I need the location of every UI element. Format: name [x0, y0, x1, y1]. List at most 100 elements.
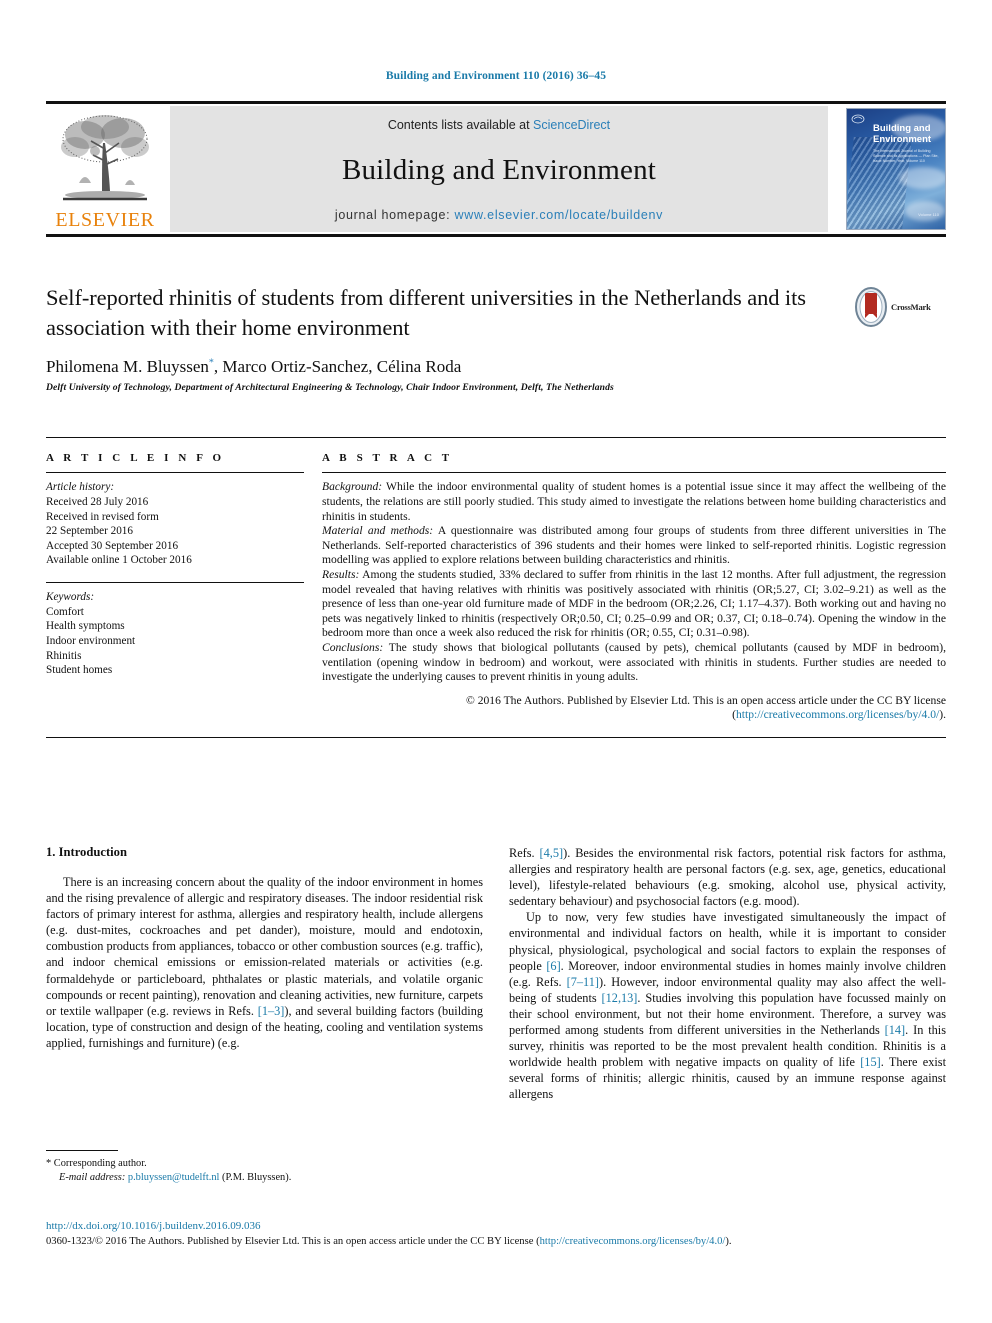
- contents-prefix: Contents lists available at: [387, 118, 534, 132]
- history-line: 22 September 2016: [46, 525, 133, 538]
- corresponding-author-footnote: * Corresponding author. E-mail address: …: [46, 1150, 483, 1184]
- elsevier-tree-icon: [61, 115, 149, 201]
- email-label: E-mail address:: [59, 1171, 128, 1183]
- intro-p1-rest: ). Besides the environmental risk factor…: [509, 846, 946, 909]
- keywords-list: Keywords: Comfort Health symptoms Indoor…: [46, 590, 304, 678]
- history-line: Available online 1 October 2016: [46, 554, 192, 567]
- sciencedirect-link[interactable]: ScienceDirect: [533, 118, 610, 132]
- intro-paragraph-2: Up to now, very few studies have investi…: [509, 909, 946, 1102]
- cover-elsevier-icon: [851, 114, 865, 124]
- keyword-item: Comfort: [46, 605, 84, 618]
- body-right-column: Refs. [4,5]). Besides the environmental …: [509, 845, 946, 1103]
- title-block: Self-reported rhinitis of students from …: [46, 283, 946, 393]
- elsevier-logo: ELSEVIER: [46, 106, 164, 232]
- reference-link-4-5[interactable]: [4,5]: [540, 846, 564, 860]
- masthead-top-rule: [46, 101, 946, 104]
- homepage-label: journal homepage:: [334, 208, 455, 222]
- abstract-rule: [322, 472, 946, 474]
- cover-cloud-icon: [905, 201, 945, 221]
- doi-link[interactable]: http://dx.doi.org/10.1016/j.buildenv.201…: [46, 1219, 946, 1233]
- cover-subtitle-text: The International Journal of Building Sc…: [873, 149, 939, 163]
- abstract-heading: A B S T R A C T: [322, 452, 453, 465]
- reference-link-12-13[interactable]: [12,13]: [602, 991, 638, 1005]
- journal-homepage-line: journal homepage: www.elsevier.com/locat…: [335, 208, 663, 222]
- info-top-rule: [46, 437, 946, 439]
- keywords-label: Keywords:: [46, 591, 95, 604]
- info-bottom-rule: [46, 736, 946, 739]
- footer-cc-link[interactable]: http://creativecommons.org/licenses/by/4…: [540, 1236, 726, 1247]
- body-left-column: 1. Introduction There is an increasing c…: [46, 845, 483, 1103]
- running-head: Building and Environment 110 (2016) 36–4…: [385, 70, 607, 82]
- corresponding-author-line: * Corresponding author.: [46, 1158, 147, 1170]
- abstract-copyright: © 2016 The Authors. Published by Elsevie…: [322, 694, 946, 723]
- article-history-label: Article history:: [46, 481, 115, 494]
- footer-license-line: 0360-1323/© 2016 The Authors. Published …: [46, 1235, 946, 1249]
- abstract-column: A B S T R A C T Background: While the in…: [322, 452, 946, 723]
- history-line: Received in revised form: [46, 510, 159, 523]
- abstract-results-label: Results:: [322, 567, 360, 581]
- reference-link-7-11[interactable]: [7–11]: [567, 975, 599, 989]
- article-info-heading: A R T I C L E I N F O: [46, 452, 225, 465]
- abstract-methods: Material and methods: A questionnaire wa…: [322, 524, 946, 568]
- affiliation: Delft University of Technology, Departme…: [46, 382, 614, 393]
- cover-cloud-icon: [899, 167, 945, 189]
- article-history: Article history: Received 28 July 2016 R…: [46, 480, 304, 568]
- keyword-item: Health symptoms: [46, 620, 125, 633]
- email-link[interactable]: p.bluyssen@tudelft.nl: [128, 1172, 220, 1183]
- journal-cover-image: Building and Environment The Internation…: [846, 108, 946, 230]
- contents-available-line: Contents lists available at ScienceDirec…: [388, 118, 610, 132]
- article-info-rule: [46, 472, 304, 474]
- crossmark-label: CrossMark: [891, 302, 931, 312]
- history-line: Accepted 30 September 2016: [46, 539, 179, 552]
- abstract-background-text: While the indoor environmental quality o…: [322, 480, 946, 523]
- intro-paragraph-1-cont: Refs. [4,5]). Besides the environmental …: [509, 845, 946, 909]
- cc-license-link[interactable]: http://creativecommons.org/licenses/by/4…: [736, 708, 939, 721]
- intro-p1-open: Refs.: [509, 846, 540, 860]
- info-abstract-block: A R T I C L E I N F O Article history: R…: [46, 437, 946, 739]
- abstract-conclusions-text: The study shows that biological pollutan…: [322, 640, 946, 684]
- reference-link-1-3[interactable]: [1–3]: [258, 1004, 285, 1018]
- reference-link-15[interactable]: [15]: [860, 1055, 881, 1069]
- abstract-background-label: Background:: [322, 480, 383, 494]
- crossmark-icon: [855, 287, 887, 327]
- author-rest: , Marco Ortiz-Sanchez, Célina Roda: [213, 357, 462, 376]
- reference-link-14[interactable]: [14]: [885, 1023, 906, 1037]
- journal-masthead: ELSEVIER Contents lists available at Sci…: [46, 101, 946, 237]
- intro-p1-part-a: There is an increasing concern about the…: [46, 875, 483, 1018]
- page-footer: http://dx.doi.org/10.1016/j.buildenv.201…: [46, 1219, 946, 1249]
- intro-paragraph-1: There is an increasing concern about the…: [46, 874, 483, 1051]
- article-title: Self-reported rhinitis of students from …: [46, 285, 806, 340]
- section-heading-introduction: 1. Introduction: [46, 845, 127, 859]
- footer-license-post: ).: [725, 1236, 732, 1247]
- body-column-gap: [483, 845, 509, 1103]
- journal-title: Building and Environment: [341, 153, 657, 186]
- body-columns: 1. Introduction There is an increasing c…: [46, 845, 946, 1103]
- copyright-text: © 2016 The Authors. Published by Elsevie…: [466, 693, 946, 707]
- abstract-body: Background: While the indoor environment…: [322, 480, 946, 723]
- homepage-url-link[interactable]: www.elsevier.com/locate/buildenv: [455, 208, 664, 222]
- cover-issue-text: Volume 110: [918, 212, 939, 217]
- contents-panel: Contents lists available at ScienceDirec…: [170, 106, 828, 232]
- abstract-results: Results: Among the students studied, 33%…: [322, 568, 946, 641]
- author-primary: Philomena M. Bluyssen: [46, 357, 209, 376]
- footer-license-pre: 0360-1323/© 2016 The Authors. Published …: [46, 1236, 540, 1247]
- keyword-item: Rhinitis: [46, 649, 82, 662]
- abstract-conclusions: Conclusions: The study shows that biolog…: [322, 641, 946, 685]
- keyword-item: Student homes: [46, 664, 113, 677]
- abstract-background: Background: While the indoor environment…: [322, 480, 946, 524]
- article-info-column: A R T I C L E I N F O Article history: R…: [46, 452, 304, 723]
- reference-link-6[interactable]: [6]: [546, 959, 560, 973]
- paper-page: Building and Environment 110 (2016) 36–4…: [0, 0, 992, 1323]
- abstract-conclusions-label: Conclusions:: [322, 640, 384, 654]
- license-close-paren: ).: [939, 708, 946, 722]
- crossmark-badge[interactable]: CrossMark: [854, 286, 946, 328]
- email-line: E-mail address: p.bluyssen@tudelft.nl (P…: [46, 1171, 483, 1185]
- abstract-results-text: Among the students studied, 33% declared…: [322, 567, 946, 640]
- journal-cover-block: Building and Environment The Internation…: [834, 106, 946, 232]
- elsevier-wordmark: ELSEVIER: [55, 209, 155, 231]
- history-line: Received 28 July 2016: [46, 495, 149, 508]
- author-list: Philomena M. Bluyssen*, Marco Ortiz-Sanc…: [46, 357, 816, 377]
- cover-title-text: Building and Environment: [873, 123, 932, 145]
- keywords-rule: [46, 581, 304, 584]
- column-gap: [304, 452, 322, 723]
